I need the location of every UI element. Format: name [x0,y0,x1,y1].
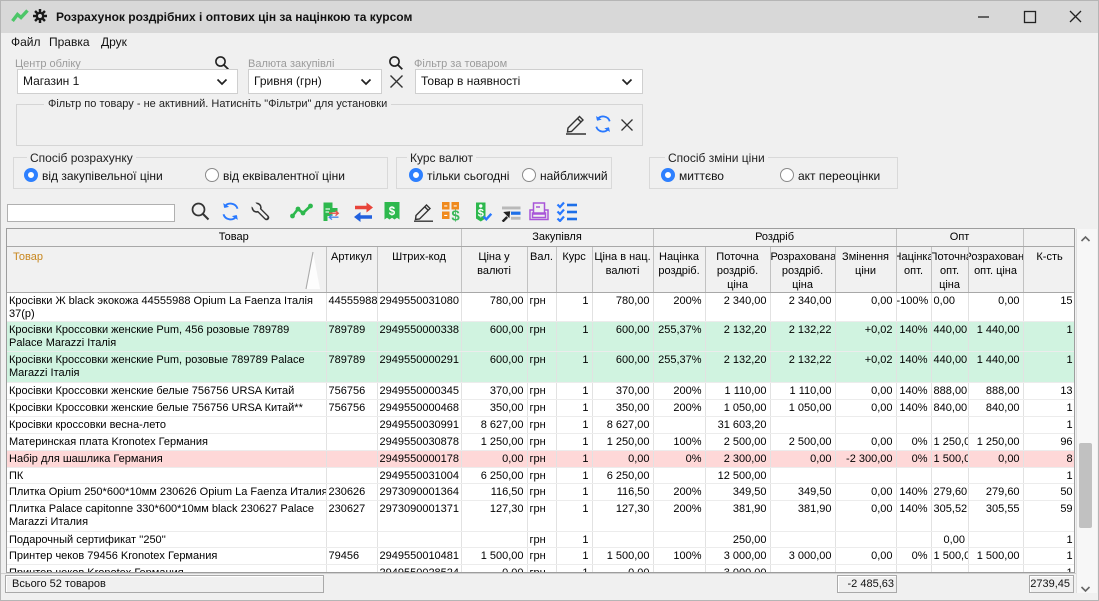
svg-text:$: $ [451,208,460,223]
svg-text:$: $ [389,206,396,218]
svg-text:$: $ [478,208,484,220]
